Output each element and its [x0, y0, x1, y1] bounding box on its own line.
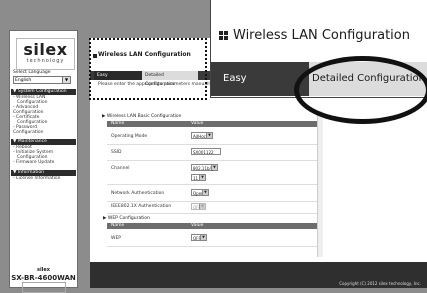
network-auth-select[interactable]: Open ▼ [191, 189, 209, 196]
language-label: Select Language [13, 70, 51, 75]
vertical-scrollbar[interactable] [317, 111, 323, 257]
wep-label: WEP [111, 236, 122, 241]
sidebar: silex technology Select Language English… [9, 30, 78, 293]
ieee8021x-label: IEEE802.1X Authentication [111, 204, 172, 209]
wep-col-name: Name [111, 223, 125, 228]
wep-col-value: Value [191, 223, 204, 228]
silex-logo: silex technology [16, 38, 75, 70]
highlight-circle [294, 56, 427, 124]
menu-item-license[interactable]: - License Information [11, 176, 76, 181]
ieee8021x-select[interactable]: OFF ▼ [191, 203, 206, 210]
channel-band-select[interactable]: 802.11b/g ▼ [191, 164, 218, 171]
chevron-down-icon[interactable]: ▼ [199, 204, 205, 209]
menu-section-system: ▼ System Configuration - Wireless LAN Co… [11, 89, 76, 135]
ssid-label: SSID [111, 150, 122, 155]
row-channel: Channel 802.11b/g ▼ 11 ▼ [107, 160, 317, 185]
operating-mode-label: Operating Mode [111, 134, 148, 139]
row-ssid: SSID SX001122 [107, 144, 317, 161]
zoom-tab-easy-label: Easy Configurat [223, 73, 276, 118]
wep-table-header: Name Value [107, 223, 317, 229]
model-name: SX-BR-4600WAN [11, 274, 76, 282]
grid-icon [219, 31, 228, 40]
operating-mode-select[interactable]: AdHoc ▼ [191, 132, 213, 139]
network-auth-label: Network Authentication [111, 191, 165, 196]
wep-select[interactable]: OFF ▼ [191, 234, 207, 241]
operating-mode-value: AdHoc [193, 134, 206, 139]
chevron-down-icon[interactable]: ▼ [200, 235, 206, 240]
chevron-down-icon[interactable]: ▼ [199, 175, 205, 180]
zoom-source-frame [89, 38, 207, 100]
col-value: Value [191, 121, 204, 126]
copyright-text: Copyright (C) 2012 silex technology, Inc… [339, 281, 421, 286]
channel-label: Channel [111, 166, 130, 171]
ssid-input[interactable]: SX001122 [191, 148, 221, 155]
brand-name: silex [36, 267, 51, 273]
chevron-down-icon[interactable]: ▼ [206, 133, 212, 138]
menu-item-password-cont[interactable]: Configuration [11, 130, 76, 135]
channel-number-value: 11 [193, 176, 199, 181]
row-network-auth: Network Authentication Open ▼ [107, 185, 317, 202]
row-ieee8021x: IEEE802.1X Authentication OFF ▼ [107, 201, 317, 214]
ssid-value: SX001122 [193, 150, 214, 155]
zoom-tab-easy-label-tail: on [275, 107, 289, 118]
col-name: Name [111, 121, 125, 126]
basic-section-heading[interactable]: ▶ Wireless LAN Basic Configuration [102, 114, 182, 119]
language-value: English [15, 78, 32, 83]
menu-section-maintenance: ▼ Maintenance - Reboot - Initialize Syst… [11, 139, 76, 165]
channel-number-select[interactable]: 11 ▼ [191, 174, 206, 181]
logo-text: silex [23, 40, 68, 59]
wep-section-heading[interactable]: ▶ WEP Configuration [103, 216, 150, 221]
chevron-down-icon[interactable]: ▼ [211, 165, 217, 170]
zoom-title: Wireless LAN Configuration [233, 28, 410, 43]
language-select[interactable]: English ▼ [13, 76, 71, 84]
row-wep: WEP OFF ▼ [107, 230, 317, 247]
menu-item-firmware[interactable]: - Firmware Update [11, 160, 76, 165]
chevron-down-icon[interactable]: ▼ [62, 77, 70, 83]
menu-section-information: ▼ Information - License Information [11, 170, 76, 181]
chevron-down-icon[interactable]: ▼ [202, 190, 208, 195]
row-operating-mode: Operating Mode AdHoc ▼ [107, 128, 317, 145]
